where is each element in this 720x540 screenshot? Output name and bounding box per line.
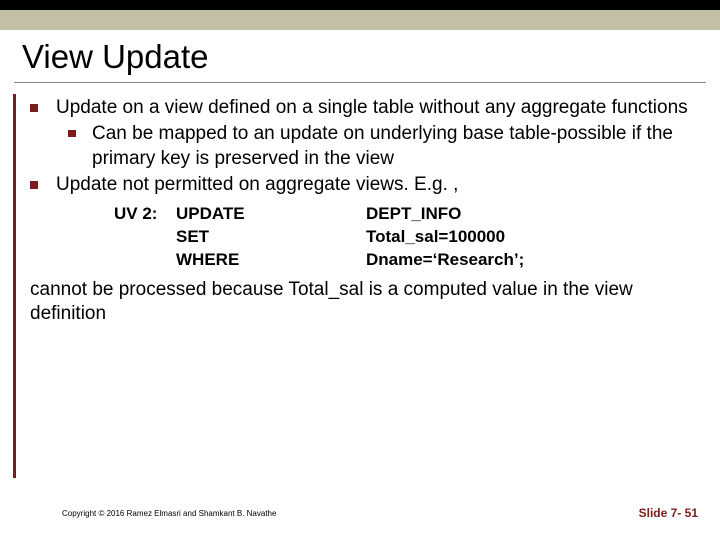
bullet-2-text: Update not permitted on aggregate views.… [56,173,696,197]
code-row-1: UV 2: UPDATE DEPT_INFO [114,203,696,226]
top-bar [0,0,720,10]
footer-copyright: Copyright © 2016 Ramez Elmasri and Shamk… [62,509,276,518]
code-label-empty [114,249,176,272]
code-row-2: SET Total_sal=100000 [114,226,696,249]
code-value: Dname=‘Research’; [366,249,696,272]
content-area: Update on a view defined on a single tab… [30,96,696,327]
title-underline [14,82,706,83]
slide-title: View Update [22,38,209,76]
code-value: Total_sal=100000 [366,226,696,249]
code-keyword: WHERE [176,249,366,272]
bullet-1a: Can be mapped to an update on underlying… [68,122,696,171]
bullet-1: Update on a view defined on a single tab… [30,96,696,120]
closing-text: cannot be processed because Total_sal is… [30,278,696,327]
bullet-icon [30,104,38,112]
bullet-icon [30,181,38,189]
bullet-1a-text: Can be mapped to an update on underlying… [92,122,696,171]
code-label-empty [114,226,176,249]
code-keyword: UPDATE [176,203,366,226]
code-row-3: WHERE Dname=‘Research’; [114,249,696,272]
bullet-2: Update not permitted on aggregate views.… [30,173,696,197]
footer-slide-number: Slide 7- 51 [639,506,698,520]
header-band [0,10,720,30]
code-label: UV 2: [114,203,176,226]
code-value: DEPT_INFO [366,203,696,226]
bullet-icon [68,130,76,137]
bullet-1-text: Update on a view defined on a single tab… [56,96,696,120]
slide: View Update Update on a view defined on … [0,0,720,540]
code-keyword: SET [176,226,366,249]
code-block: UV 2: UPDATE DEPT_INFO SET Total_sal=100… [114,203,696,272]
side-accent [13,94,16,478]
